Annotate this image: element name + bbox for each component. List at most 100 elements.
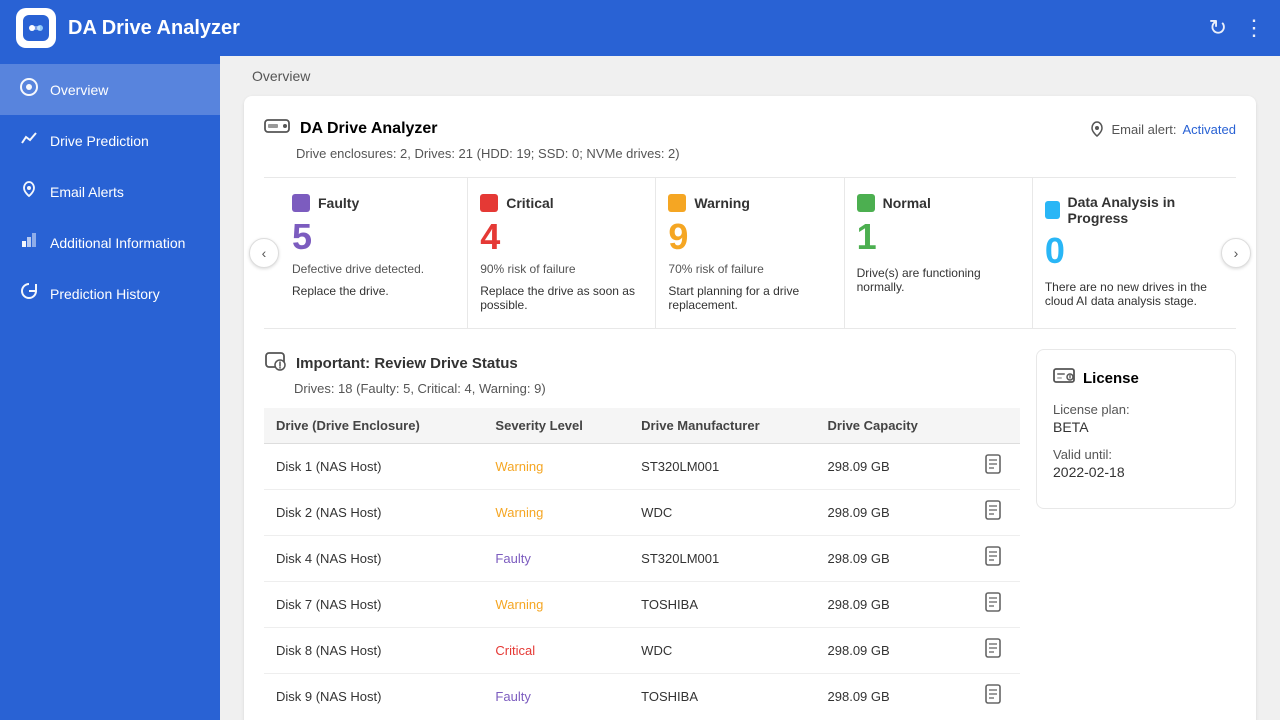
cell-doc-5[interactable] [965, 674, 1020, 720]
status-cards: ‹ Faulty 5 Defective drive detected. Rep… [264, 177, 1236, 329]
cell-capacity-3: 298.09 GB [816, 582, 966, 628]
warning-label: Warning [694, 195, 749, 211]
cell-severity-0: Warning [483, 444, 629, 490]
table-row: Disk 1 (NAS Host) Warning ST320LM001 298… [264, 444, 1020, 490]
sidebar-label-additional-info: Additional Information [50, 235, 185, 251]
email-alert: Email alert: Activated [1089, 121, 1236, 137]
drive-table-main: Important: Review Drive Status Drives: 1… [264, 349, 1020, 719]
normal-header: Normal [857, 194, 1020, 212]
license-valid-value: 2022-02-18 [1053, 464, 1219, 480]
critical-action: Replace the drive as soon as possible. [480, 284, 643, 312]
license-valid-label: Valid until: [1053, 447, 1219, 462]
important-header: Important: Review Drive Status [264, 349, 1020, 377]
doc-icon[interactable] [984, 458, 1002, 478]
normal-label: Normal [883, 195, 931, 211]
email-alerts-icon [20, 180, 38, 203]
drive-prediction-icon [20, 129, 38, 152]
status-card-analysis: Data Analysis in Progress 0 There are no… [1033, 178, 1220, 328]
drives-table: Drive (Drive Enclosure) Severity Level D… [264, 408, 1020, 719]
drive-header-left: DA Drive Analyzer [264, 116, 438, 142]
doc-icon[interactable] [984, 550, 1002, 570]
table-row: Disk 7 (NAS Host) Warning TOSHIBA 298.09… [264, 582, 1020, 628]
status-card-critical: Critical 4 90% risk of failure Replace t… [468, 178, 656, 328]
warning-action: Start planning for a drive replacement. [668, 284, 831, 312]
warning-icon [668, 194, 686, 212]
sidebar-label-prediction-history: Prediction History [50, 286, 160, 302]
warning-desc: 70% risk of failure [668, 262, 831, 276]
status-card-warning: Warning 9 70% risk of failure Start plan… [656, 178, 844, 328]
critical-icon [480, 194, 498, 212]
critical-label: Critical [506, 195, 553, 211]
sidebar-item-overview[interactable]: Overview [0, 64, 220, 115]
faulty-action: Replace the drive. [292, 284, 455, 298]
cell-manufacturer-5: TOSHIBA [629, 674, 815, 720]
sidebar-item-additional-info[interactable]: Additional Information [0, 217, 220, 268]
drive-details: Drive enclosures: 2, Drives: 21 (HDD: 19… [296, 146, 1236, 161]
cell-doc-1[interactable] [965, 490, 1020, 536]
cell-severity-2: Faulty [483, 536, 629, 582]
cell-capacity-1: 298.09 GB [816, 490, 966, 536]
content-area: Overview DA Drive Analyzer [220, 56, 1280, 720]
doc-icon[interactable] [984, 504, 1002, 524]
analysis-label: Data Analysis in Progress [1068, 194, 1209, 226]
faulty-label: Faulty [318, 195, 359, 211]
sidebar-item-prediction-history[interactable]: Prediction History [0, 268, 220, 319]
analysis-action: There are no new drives in the cloud AI … [1045, 280, 1208, 308]
warning-header: Warning [668, 194, 831, 212]
cell-manufacturer-2: ST320LM001 [629, 536, 815, 582]
cell-doc-0[interactable] [965, 444, 1020, 490]
col-action [965, 408, 1020, 444]
cell-manufacturer-3: TOSHIBA [629, 582, 815, 628]
drive-header: DA Drive Analyzer Email alert: Activated [264, 116, 1236, 142]
carousel-prev-button[interactable]: ‹ [249, 238, 279, 268]
license-panel: License License plan: BETA Valid until: … [1036, 349, 1236, 509]
app-title: DA Drive Analyzer [68, 17, 1209, 40]
cell-severity-3: Warning [483, 582, 629, 628]
cell-doc-4[interactable] [965, 628, 1020, 674]
cell-drive-3: Disk 7 (NAS Host) [264, 582, 483, 628]
carousel-next-button[interactable]: › [1221, 238, 1251, 268]
cell-drive-5: Disk 9 (NAS Host) [264, 674, 483, 720]
sidebar: Overview Drive Prediction Email Alerts A… [0, 56, 220, 720]
sidebar-label-email-alerts: Email Alerts [50, 184, 124, 200]
refresh-icon[interactable]: ↻ [1209, 15, 1227, 41]
cell-doc-3[interactable] [965, 582, 1020, 628]
status-card-faulty: Faulty 5 Defective drive detected. Repla… [280, 178, 468, 328]
cell-severity-4: Critical [483, 628, 629, 674]
cell-manufacturer-4: WDC [629, 628, 815, 674]
drive-table-section: Important: Review Drive Status Drives: 1… [264, 349, 1236, 719]
faulty-count: 5 [292, 216, 455, 258]
doc-icon[interactable] [984, 688, 1002, 708]
header-actions: ↻ ⋮ [1209, 15, 1264, 41]
normal-action: Drive(s) are functioning normally. [857, 266, 1020, 294]
doc-icon[interactable] [984, 596, 1002, 616]
sidebar-item-drive-prediction[interactable]: Drive Prediction [0, 115, 220, 166]
email-alert-status[interactable]: Activated [1183, 122, 1236, 137]
col-severity: Severity Level [483, 408, 629, 444]
analysis-icon [1045, 201, 1060, 219]
additional-info-icon [20, 231, 38, 254]
app-header: DA Drive Analyzer ↻ ⋮ [0, 0, 1280, 56]
col-drive: Drive (Drive Enclosure) [264, 408, 483, 444]
menu-icon[interactable]: ⋮ [1243, 15, 1264, 41]
sidebar-label-drive-prediction: Drive Prediction [50, 133, 149, 149]
cell-capacity-2: 298.09 GB [816, 536, 966, 582]
sidebar-label-overview: Overview [50, 82, 108, 98]
critical-header: Critical [480, 194, 643, 212]
doc-icon[interactable] [984, 642, 1002, 662]
important-title: Important: Review Drive Status [296, 355, 518, 372]
important-icon [264, 349, 286, 377]
license-header: License [1053, 366, 1219, 390]
col-capacity: Drive Capacity [816, 408, 966, 444]
cell-severity-5: Faulty [483, 674, 629, 720]
cell-capacity-4: 298.09 GB [816, 628, 966, 674]
license-title: License [1083, 370, 1139, 387]
sidebar-item-email-alerts[interactable]: Email Alerts [0, 166, 220, 217]
breadcrumb: Overview [232, 56, 1268, 84]
cell-capacity-0: 298.09 GB [816, 444, 966, 490]
cell-manufacturer-1: WDC [629, 490, 815, 536]
license-icon [1053, 366, 1075, 390]
faulty-desc: Defective drive detected. [292, 262, 455, 276]
cell-doc-2[interactable] [965, 536, 1020, 582]
critical-desc: 90% risk of failure [480, 262, 643, 276]
